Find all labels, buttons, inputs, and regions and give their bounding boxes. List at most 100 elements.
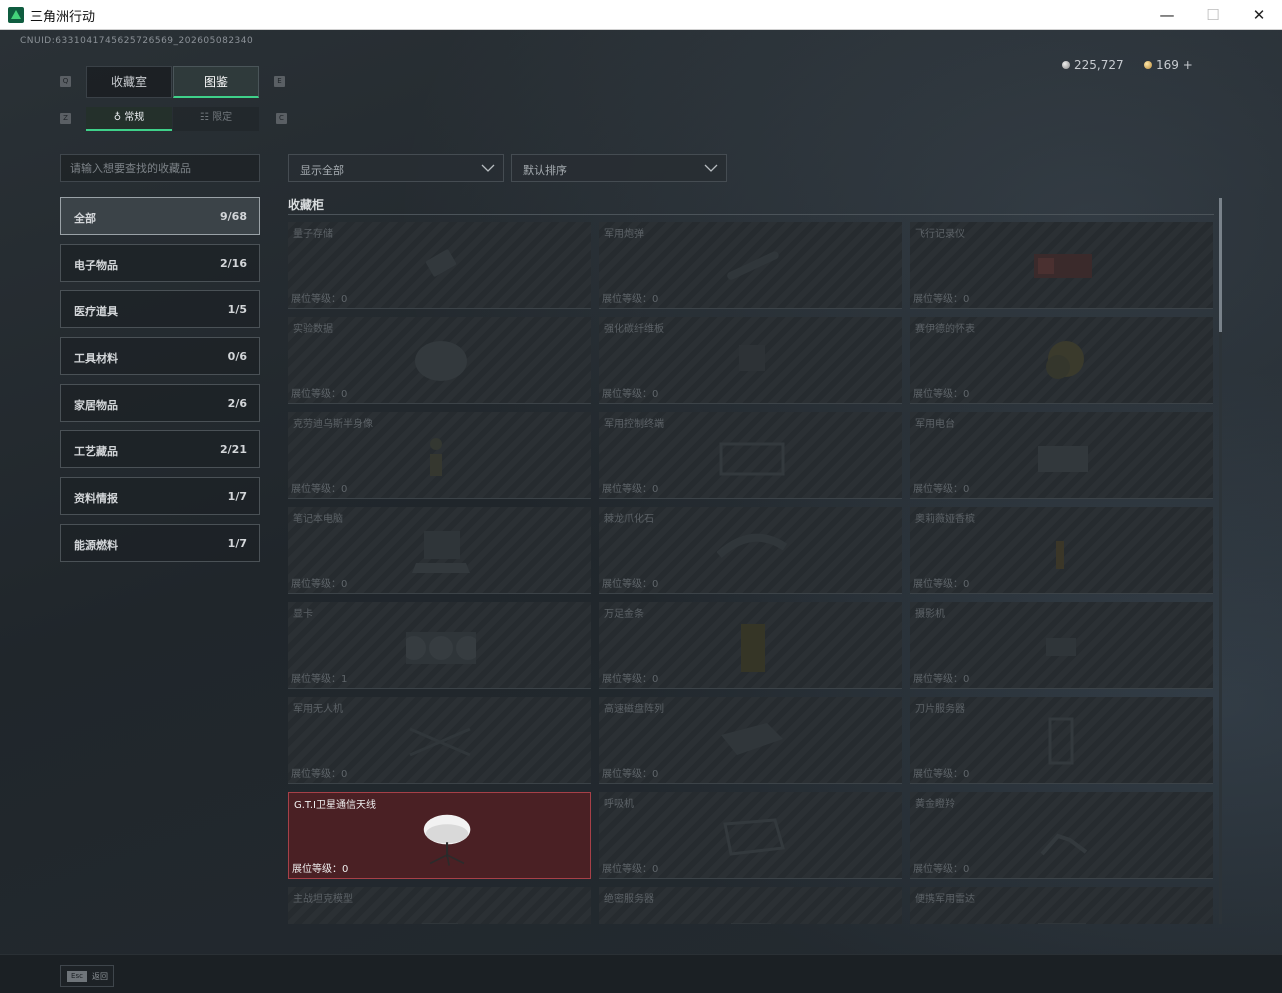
item-name: 便携军用雷达 <box>915 894 975 905</box>
bust-statue-icon <box>430 438 442 476</box>
category-count: 2/6 <box>227 397 247 410</box>
collection-tile[interactable]: 军用控制终端 展位等级：0 <box>599 412 902 499</box>
category-label: 全部 <box>74 212 96 225</box>
category-household[interactable]: 家居物品 2/6 <box>60 384 260 422</box>
collection-tile-highlighted[interactable]: G.T.I卫星通信天线 展位等级：0 <box>288 792 591 879</box>
tank-model-icon <box>422 923 458 924</box>
category-count: 2/16 <box>220 257 247 270</box>
collection-tile[interactable]: 摄影机 展位等级：0 <box>910 602 1213 689</box>
category-label: 电子物品 <box>74 259 118 272</box>
bottom-bar: Esc 返回 <box>0 954 1282 993</box>
category-count: 1/5 <box>227 303 247 316</box>
section-divider <box>288 214 1214 215</box>
tab-collection-room[interactable]: 收藏室 <box>86 66 172 98</box>
item-level: 展位等级：0 <box>602 864 659 875</box>
item-name: 笔记本电脑 <box>293 514 343 525</box>
collection-tile[interactable]: 克劳迪乌斯半身像 展位等级：0 <box>288 412 591 499</box>
gold-coin-icon <box>1144 61 1152 69</box>
secret-server-icon <box>731 923 771 924</box>
collection-tile[interactable]: 黄金瞪羚 展位等级：0 <box>910 792 1213 879</box>
section-title: 收藏柜 <box>288 198 325 212</box>
category-crafts[interactable]: 工艺藏品 2/21 <box>60 430 260 468</box>
collection-tile[interactable]: 笔记本电脑 展位等级：0 <box>288 507 591 594</box>
maximize-button[interactable]: ☐ <box>1190 0 1236 30</box>
category-label: 工具材料 <box>74 352 118 365</box>
item-level: 展位等级：0 <box>602 484 659 495</box>
next-tab-key-icon: E <box>274 76 285 87</box>
item-level: 展位等级：0 <box>913 389 970 400</box>
collection-tile[interactable]: 奥莉薇娅香槟 展位等级：0 <box>910 507 1213 594</box>
tab-encyclopedia[interactable]: 图鉴 <box>173 66 259 98</box>
filter-dropdown[interactable]: 显示全部 <box>288 154 504 182</box>
subtab-regular[interactable]: ♁ 常规 <box>86 107 172 131</box>
item-name: 呼吸机 <box>604 799 634 810</box>
window-title: 三角洲行动 <box>30 10 96 25</box>
collection-tile[interactable]: 万足金条 展位等级：0 <box>599 602 902 689</box>
category-electronics[interactable]: 电子物品 2/16 <box>60 244 260 282</box>
item-level: 展位等级：0 <box>602 294 659 305</box>
carbon-plate-icon <box>739 345 765 371</box>
collection-tile[interactable]: 绝密服务器 <box>599 887 902 924</box>
category-all[interactable]: 全部 9/68 <box>60 197 260 235</box>
gold-bar-icon <box>741 624 765 672</box>
app-logo-icon <box>8 7 24 23</box>
sort-dropdown[interactable]: 默认排序 <box>511 154 727 182</box>
item-level: 展位等级：0 <box>602 389 659 400</box>
collection-tile[interactable]: 刀片服务器 展位等级：0 <box>910 697 1213 784</box>
close-button[interactable]: ✕ <box>1236 0 1282 30</box>
collection-tile[interactable]: 高速磁盘阵列 展位等级：0 <box>599 697 902 784</box>
silver-currency: 225,727 <box>1062 58 1124 72</box>
search-input[interactable] <box>60 154 260 182</box>
gazelle-statue-icon <box>1040 833 1088 856</box>
item-level: 展位等级：0 <box>913 579 970 590</box>
collection-tile[interactable]: 军用无人机 展位等级：0 <box>288 697 591 784</box>
item-name: 万足金条 <box>604 609 644 620</box>
item-name: 实验数据 <box>293 324 333 335</box>
collection-tile[interactable]: 强化碳纤维板 展位等级：0 <box>599 317 902 404</box>
item-name: 绝密服务器 <box>604 894 654 905</box>
collection-tile[interactable]: 显卡 展位等级：1 <box>288 602 591 689</box>
collection-tile[interactable]: 赛伊德的怀表 展位等级：0 <box>910 317 1213 404</box>
chevron-down-icon <box>704 164 718 172</box>
category-tools[interactable]: 工具材料 0/6 <box>60 337 260 375</box>
item-level: 展位等级：0 <box>602 769 659 780</box>
item-name: 军用炮弹 <box>604 229 644 240</box>
item-level: 展位等级：0 <box>291 769 348 780</box>
collection-tile[interactable]: 便携军用雷达 <box>910 887 1213 924</box>
portable-radar-icon <box>1038 923 1086 924</box>
collection-tile[interactable]: 军用电台 展位等级：0 <box>910 412 1213 499</box>
item-name: 显卡 <box>293 609 313 620</box>
subtab-limited[interactable]: ☷ 限定 <box>173 107 259 131</box>
item-name: 摄影机 <box>915 609 945 620</box>
item-level: 展位等级：0 <box>291 579 348 590</box>
collection-tile[interactable]: 飞行记录仪 展位等级：0 <box>910 222 1213 309</box>
grid-scrollbar-thumb[interactable] <box>1219 198 1222 332</box>
minimize-button[interactable]: — <box>1144 0 1190 30</box>
collection-tile[interactable]: 实验数据 展位等级：0 <box>288 317 591 404</box>
back-button[interactable]: Esc 返回 <box>60 965 114 987</box>
collection-tile[interactable]: 主战坦克模型 <box>288 887 591 924</box>
blade-server-icon <box>1048 717 1074 765</box>
item-level: 展位等级：0 <box>602 674 659 685</box>
item-name: 黄金瞪羚 <box>915 799 955 810</box>
collection-tile[interactable]: 军用炮弹 展位等级：0 <box>599 222 902 309</box>
item-name: 飞行记录仪 <box>915 229 965 240</box>
item-name: 赛伊德的怀表 <box>915 324 975 335</box>
collection-tile[interactable]: 呼吸机 展位等级：0 <box>599 792 902 879</box>
gold-amount: 169 + <box>1156 58 1193 72</box>
category-label: 工艺藏品 <box>74 445 118 458</box>
collection-tile[interactable]: 量子存储 展位等级：0 <box>288 222 591 309</box>
category-count: 2/21 <box>220 443 247 456</box>
category-energy[interactable]: 能源燃料 1/7 <box>60 524 260 562</box>
collection-tile[interactable]: 棘龙爪化石 展位等级：0 <box>599 507 902 594</box>
drone-icon <box>409 727 471 757</box>
category-label: 家居物品 <box>74 399 118 412</box>
gold-currency[interactable]: 169 + <box>1144 58 1193 72</box>
item-name: 克劳迪乌斯半身像 <box>293 419 373 430</box>
item-name: 棘龙爪化石 <box>604 514 654 525</box>
sort-dropdown-value: 默认排序 <box>523 164 567 177</box>
pocket-watch-icon <box>1046 341 1084 379</box>
category-medical[interactable]: 医疗道具 1/5 <box>60 290 260 328</box>
category-intel[interactable]: 资料情报 1/7 <box>60 477 260 515</box>
esc-key-icon: Esc <box>67 971 87 982</box>
